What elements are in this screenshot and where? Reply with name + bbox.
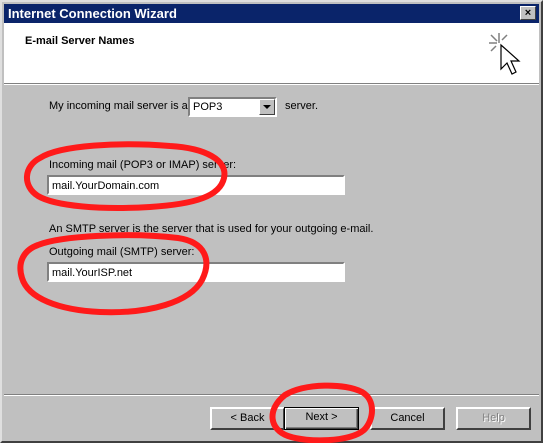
incoming-server-label: Incoming mail (POP3 or IMAP) server: (49, 159, 237, 171)
smtp-note: An SMTP server is the server that is use… (49, 223, 374, 235)
server-type-value: POP3 (193, 101, 223, 113)
incoming-server-input[interactable]: mail.YourDomain.com (47, 175, 345, 195)
server-type-suffix: server. (285, 100, 319, 112)
outgoing-server-input[interactable]: mail.YourISP.net (47, 262, 345, 282)
close-button[interactable]: × (520, 6, 536, 20)
outgoing-server-label: Outgoing mail (SMTP) server: (49, 246, 195, 258)
wizard-sparkle-icon (489, 33, 521, 75)
title-bar: Internet Connection Wizard × (4, 4, 539, 23)
page-title: E-mail Server Names (25, 35, 135, 47)
server-type-prefix: My incoming mail server is a (49, 100, 188, 112)
back-button[interactable]: < Back (210, 407, 285, 430)
server-type-select[interactable]: POP3 (188, 97, 277, 117)
help-button[interactable]: Help (456, 407, 531, 430)
button-divider (4, 394, 539, 396)
header-divider (4, 84, 539, 85)
wizard-window: Internet Connection Wizard × E-mail Serv… (0, 0, 543, 443)
chevron-down-icon[interactable] (259, 99, 275, 115)
next-button[interactable]: Next > (284, 407, 359, 430)
wizard-header: E-mail Server Names (4, 23, 539, 84)
cancel-button[interactable]: Cancel (370, 407, 445, 430)
window-title: Internet Connection Wizard (8, 6, 177, 21)
